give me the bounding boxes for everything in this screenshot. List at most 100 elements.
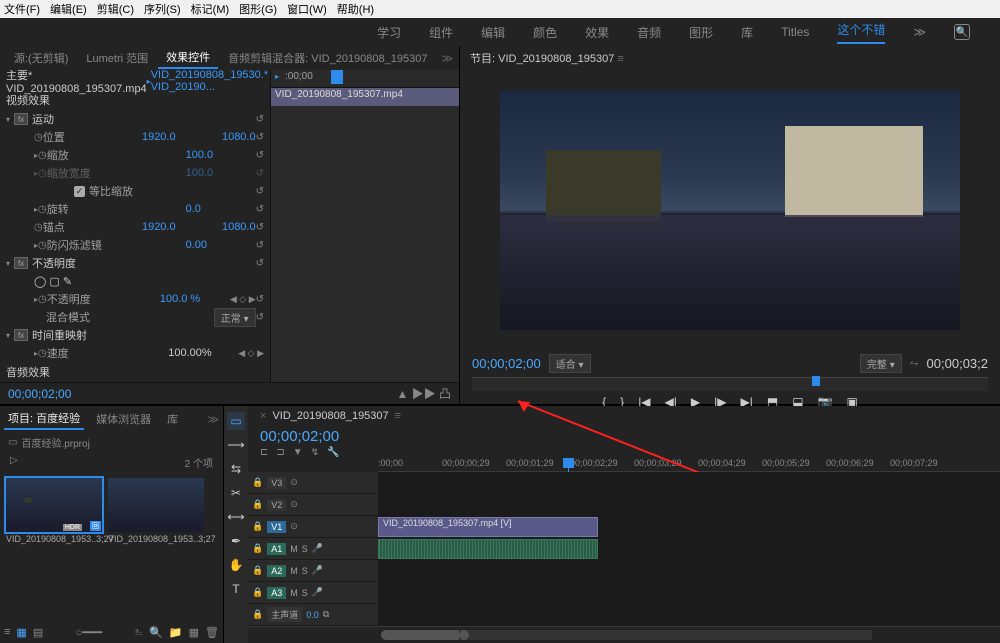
track-a2[interactable]: 🔒A2MS🎤 — [248, 560, 1000, 582]
panel-overflow-icon[interactable]: ≫ — [207, 413, 219, 426]
selection-tool-icon[interactable]: ▭ — [227, 412, 245, 430]
track-v3[interactable]: 🔒V3⊙ — [248, 472, 1000, 494]
ripple-tool-icon[interactable]: ⇆ — [227, 460, 245, 478]
marker-icon[interactable]: ▼ — [293, 447, 303, 458]
sort-icon[interactable]: ⎁ — [134, 626, 143, 639]
pen-tool-icon[interactable]: ✒ — [227, 532, 245, 550]
list-view-icon[interactable]: ≡ — [4, 626, 10, 638]
slip-tool-icon[interactable]: ⟷ — [227, 508, 245, 526]
ec-mini-timeline[interactable]: ▸:00;00 VID_20190808_195307.mp4 — [270, 70, 459, 382]
tab-project[interactable]: 项目: 百度经验 — [4, 408, 84, 430]
tab-source[interactable]: 源:(无剪辑) — [6, 48, 76, 68]
bin-item-2[interactable]: VID_20190808_1953..3;27 — [108, 478, 204, 615]
menu-marker[interactable]: 标记(M) — [191, 1, 230, 17]
motion-fx[interactable]: 运动 — [32, 111, 54, 127]
fx-badge[interactable]: fx — [14, 113, 28, 125]
position-y[interactable]: 1080.0 — [222, 131, 256, 143]
ws-assembly[interactable]: 组件 — [429, 24, 453, 41]
tab-effect-controls[interactable]: 效果控件 — [158, 47, 218, 69]
eye-icon[interactable]: ⊙ — [290, 477, 298, 488]
menu-help[interactable]: 帮助(H) — [337, 1, 374, 17]
program-playhead[interactable] — [812, 376, 820, 386]
lock-icon[interactable]: 🔒 — [252, 477, 263, 488]
blend-label: 混合模式 — [34, 309, 214, 325]
ws-edit[interactable]: 编辑 — [481, 24, 505, 41]
panel-menu-icon[interactable]: ≫ — [441, 52, 453, 65]
timeline-zoom-scrollbar[interactable] — [386, 630, 872, 640]
menu-file[interactable]: 文件(F) — [4, 1, 40, 17]
keyframe-icon[interactable]: ◷ — [34, 132, 43, 143]
reset-icon[interactable]: ↺ — [256, 114, 264, 125]
fit-select[interactable]: 适合 ▾ — [549, 354, 591, 373]
tab-media-browser[interactable]: 媒体浏览器 — [92, 409, 155, 429]
type-tool-icon[interactable]: T — [227, 580, 245, 598]
proj-icon: ▭ — [8, 437, 17, 448]
tab-lumetri[interactable]: Lumetri 范围 — [78, 48, 156, 68]
time-ruler[interactable]: :00;00 00;00;00;29 00;00;01;29 00;00;02;… — [378, 458, 1000, 472]
opacity-fx[interactable]: 不透明度 — [32, 255, 76, 271]
full-select[interactable]: 完整 ▾ — [860, 354, 902, 373]
ec-foot-icons[interactable]: ▲ ▶▶ 凸 — [396, 385, 451, 402]
timeline-tc[interactable]: 00;00;02;00 — [248, 426, 1000, 447]
uniform-scale-checkbox[interactable]: ✓ — [74, 186, 85, 197]
freeform-icon[interactable]: ▤ — [33, 626, 43, 639]
video-clip[interactable]: VID_20190808_195307.mp4 [V] — [378, 517, 598, 537]
program-tc[interactable]: 00;00;02;00 — [472, 356, 541, 371]
ws-effects[interactable]: 效果 — [585, 24, 609, 41]
snap-icon[interactable]: ⊏ — [260, 447, 268, 458]
rotation-val[interactable]: 0.0 — [186, 203, 256, 215]
tab-audio-mixer[interactable]: 音频剪辑混合器: VID_20190808_195307 — [220, 48, 435, 68]
menu-sequence[interactable]: 序列(S) — [144, 1, 181, 17]
program-monitor-panel: 节目: VID_20190808_195307 ≡ 00;00;02;00 适合… — [460, 46, 1000, 404]
ws-color[interactable]: 颜色 — [533, 24, 557, 41]
wrench-icon[interactable]: 🔧 — [327, 447, 339, 458]
filter-icon[interactable]: ▷ — [10, 455, 18, 466]
ec-playhead[interactable] — [331, 70, 343, 84]
ws-titles[interactable]: Titles — [781, 25, 809, 39]
find-icon[interactable]: 🔍 — [149, 626, 163, 639]
ws-custom[interactable]: 这个不错 — [837, 21, 885, 44]
audio-clip[interactable] — [378, 539, 598, 559]
mask-rect-icon[interactable]: ▢ — [49, 275, 59, 288]
ws-library[interactable]: 库 — [741, 24, 753, 41]
program-scrubber[interactable] — [472, 377, 988, 391]
hand-tool-icon[interactable]: ✋ — [227, 556, 245, 574]
scale-val[interactable]: 100.0 — [186, 149, 256, 161]
menu-graphics[interactable]: 图形(G) — [239, 1, 277, 17]
ws-learn[interactable]: 学习 — [377, 24, 401, 41]
bin-item-1[interactable]: HDR回 VID_20190808_1953..3;27 — [6, 478, 102, 615]
bin-area[interactable]: HDR回 VID_20190808_1953..3;27 VID_2019080… — [0, 472, 223, 621]
settings-icon[interactable]: ↯ — [311, 447, 319, 458]
mic-icon[interactable]: 🎤 — [312, 543, 323, 554]
track-v1[interactable]: 🔒V1⊙VID_20190808_195307.mp4 [V] — [248, 516, 1000, 538]
menu-edit[interactable]: 编辑(E) — [50, 1, 87, 17]
mask-ellipse-icon[interactable]: ◯ — [34, 275, 46, 288]
track-master[interactable]: 🔒主声道0.0⧉ — [248, 604, 1000, 626]
search-icon[interactable]: 🔍 — [954, 24, 970, 40]
position-x[interactable]: 1920.0 — [142, 131, 212, 143]
effect-controls-panel: 源:(无剪辑) Lumetri 范围 效果控件 音频剪辑混合器: VID_201… — [0, 46, 460, 404]
menu-clip[interactable]: 剪辑(C) — [97, 1, 134, 17]
mask-pen-icon[interactable]: ✎ — [63, 275, 72, 288]
track-a1[interactable]: 🔒A1MS🎤 — [248, 538, 1000, 560]
trash-icon[interactable]: 🗑 — [205, 626, 219, 639]
icon-view-icon[interactable]: ▦ — [16, 626, 26, 639]
new-item-icon[interactable]: ▦ — [189, 626, 199, 639]
track-a3[interactable]: 🔒A3MS🎤 — [248, 582, 1000, 604]
ec-clip[interactable]: VID_20190808_195307.mp4 — [271, 88, 459, 106]
sequence-name[interactable]: VID_20190808_195307 — [272, 410, 388, 422]
program-monitor[interactable] — [460, 70, 1000, 350]
ws-audio[interactable]: 音频 — [637, 24, 661, 41]
time-remap-fx[interactable]: 时间重映射 — [32, 327, 87, 343]
ws-overflow[interactable]: ≫ — [913, 25, 926, 39]
track-v2[interactable]: 🔒V2⊙ — [248, 494, 1000, 516]
razor-tool-icon[interactable]: ✂ — [227, 484, 245, 502]
menu-window[interactable]: 窗口(W) — [287, 1, 327, 17]
zoom-slider[interactable]: ○━━━ — [49, 626, 128, 639]
blend-mode-select[interactable]: 正常 ▾ — [214, 308, 256, 327]
ws-graphics[interactable]: 图形 — [689, 24, 713, 41]
link-icon[interactable]: ⊐ — [276, 447, 284, 458]
track-select-tool-icon[interactable]: ⟶ — [227, 436, 245, 454]
new-bin-icon[interactable]: 📁 — [169, 626, 183, 639]
tab-library[interactable]: 库 — [163, 409, 182, 429]
